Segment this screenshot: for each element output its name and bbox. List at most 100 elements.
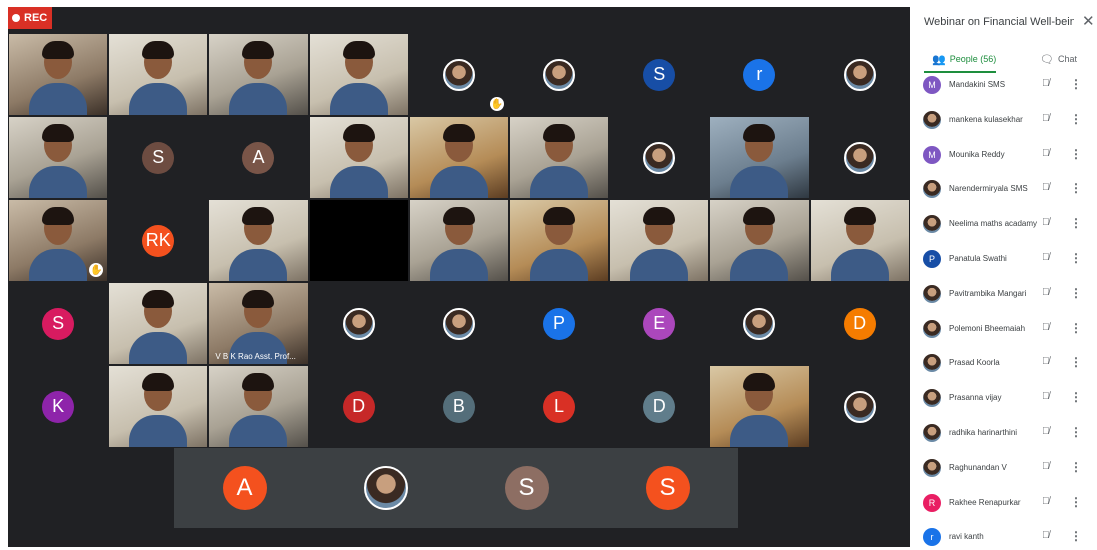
people-list-item[interactable]: Prasanna vijay 🎙̸ ⋮ <box>912 381 1097 416</box>
people-list-item[interactable]: Raghunandan V 🎙̸ ⋮ <box>912 451 1097 486</box>
participant-tile[interactable] <box>208 365 309 448</box>
more-options-icon[interactable]: ⋮ <box>1070 251 1082 265</box>
participant-tile[interactable] <box>809 33 910 116</box>
participant-tile[interactable] <box>108 365 209 448</box>
participant-tile[interactable]: K <box>8 365 109 448</box>
people-list-item[interactable]: R Rakhee Renapurkar 🎙̸ ⋮ <box>912 486 1097 521</box>
participant-tile[interactable]: ✋ <box>408 33 509 116</box>
more-options-icon[interactable]: ⋮ <box>1070 181 1082 195</box>
participant-tile[interactable] <box>609 116 710 199</box>
mic-off-icon[interactable]: 🎙̸ <box>1042 496 1050 507</box>
participant-tile[interactable] <box>809 365 910 448</box>
participant-tile[interactable]: E <box>609 282 710 365</box>
people-list-item[interactable]: Prasad Koorla 🎙̸ ⋮ <box>912 346 1097 381</box>
mic-off-icon[interactable]: 🎙̸ <box>1042 461 1050 472</box>
participant-tile[interactable]: V B K Rao Asst. Prof... <box>208 282 309 365</box>
participant-tile[interactable]: A <box>174 448 315 528</box>
more-options-icon[interactable]: ⋮ <box>1070 390 1082 404</box>
mic-off-icon[interactable]: 🎙̸ <box>1042 322 1050 333</box>
mic-off-icon[interactable]: 🎙̸ <box>1042 426 1050 437</box>
people-list-item[interactable]: M Mounika Reddy 🎙̸ ⋮ <box>912 138 1097 173</box>
participant-tile[interactable] <box>8 33 109 116</box>
participant-tile[interactable] <box>308 199 409 282</box>
more-options-icon[interactable]: ⋮ <box>1070 216 1082 230</box>
participant-tile[interactable] <box>308 116 409 199</box>
people-list-item[interactable]: Narendermiryala SMS 🎙̸ ⋮ <box>912 172 1097 207</box>
more-options-icon[interactable]: ⋮ <box>1070 495 1082 509</box>
participant-tile[interactable] <box>308 282 409 365</box>
participant-tile[interactable]: S <box>609 33 710 116</box>
participant-tile[interactable]: B <box>408 365 509 448</box>
participant-avatar: A <box>222 466 267 510</box>
participant-tile[interactable] <box>108 282 209 365</box>
participant-tile[interactable]: S <box>456 448 597 528</box>
more-options-icon[interactable]: ⋮ <box>1070 321 1082 335</box>
participant-tile[interactable]: RK <box>108 199 209 282</box>
participant-tile[interactable] <box>108 33 209 116</box>
participant-tile[interactable]: D <box>308 365 409 448</box>
more-options-icon[interactable]: ⋮ <box>1070 425 1082 439</box>
participant-tile[interactable] <box>709 282 810 365</box>
participant-tile[interactable] <box>208 199 309 282</box>
mic-off-icon[interactable]: 🎙̸ <box>1042 356 1050 367</box>
participant-avatar: D <box>643 390 676 423</box>
mic-off-icon[interactable]: 🎙̸ <box>1042 287 1050 298</box>
participant-tile[interactable]: L <box>508 365 610 448</box>
participant-tile[interactable] <box>315 448 456 528</box>
participant-tile[interactable] <box>508 33 610 116</box>
people-list-item[interactable]: M Mandakini SMS 🎙̸ ⋮ <box>912 68 1097 103</box>
participant-tile[interactable]: D <box>809 282 910 365</box>
participant-tile[interactable]: D <box>609 365 710 448</box>
participant-tile[interactable] <box>508 199 610 282</box>
participant-tile[interactable] <box>208 33 309 116</box>
mic-off-icon[interactable]: 🎙̸ <box>1042 182 1050 193</box>
participant-tile[interactable]: ✋ <box>8 199 109 282</box>
person-avatar <box>923 110 941 129</box>
people-list-item[interactable]: Pavitrambika Mangari 🎙̸ ⋮ <box>912 277 1097 312</box>
people-list-item[interactable]: radhika harinarthini 🎙̸ ⋮ <box>912 416 1097 451</box>
participant-avatar: S <box>142 141 175 174</box>
mic-off-icon[interactable]: 🎙̸ <box>1042 252 1050 263</box>
chat-icon: 🗨 <box>1040 53 1054 66</box>
participant-tile[interactable] <box>609 199 710 282</box>
more-options-icon[interactable]: ⋮ <box>1070 147 1082 161</box>
mic-off-icon[interactable]: 🎙̸ <box>1042 530 1050 541</box>
participant-tile[interactable]: A <box>208 116 309 199</box>
participant-tile[interactable]: S <box>8 282 109 365</box>
more-options-icon[interactable]: ⋮ <box>1070 112 1082 126</box>
people-list-item[interactable]: r ravi kanth 🎙̸ ⋮ <box>912 520 1097 550</box>
participant-tile[interactable] <box>8 116 109 199</box>
participant-tile[interactable] <box>408 199 509 282</box>
mic-off-icon[interactable]: 🎙̸ <box>1042 113 1050 124</box>
participant-tile[interactable] <box>709 116 810 199</box>
mic-off-icon[interactable]: 🎙̸ <box>1042 217 1050 228</box>
person-avatar: R <box>923 493 941 512</box>
participant-tile[interactable] <box>709 365 810 448</box>
participant-tile[interactable] <box>308 33 409 116</box>
more-options-icon[interactable]: ⋮ <box>1070 77 1082 91</box>
participant-video <box>229 203 288 281</box>
more-options-icon[interactable]: ⋮ <box>1070 286 1082 300</box>
participant-tile[interactable]: S <box>108 116 209 199</box>
participant-avatar: S <box>643 58 676 91</box>
participant-tile[interactable] <box>508 116 610 199</box>
people-list-item[interactable]: Neelima maths acadamy 🎙̸ ⋮ <box>912 207 1097 242</box>
people-list-item[interactable]: Polemoni Bheemaiah 🎙̸ ⋮ <box>912 312 1097 347</box>
mic-off-icon[interactable]: 🎙̸ <box>1042 148 1050 159</box>
participant-tile[interactable]: P <box>508 282 610 365</box>
participant-tile[interactable] <box>809 199 910 282</box>
mic-off-icon[interactable]: 🎙̸ <box>1042 391 1050 402</box>
people-list-item[interactable]: P Panatula Swathi 🎙̸ ⋮ <box>912 242 1097 277</box>
participant-tile[interactable] <box>709 199 810 282</box>
participant-tile[interactable] <box>809 116 910 199</box>
mic-off-icon[interactable]: 🎙̸ <box>1042 78 1050 89</box>
more-options-icon[interactable]: ⋮ <box>1070 529 1082 543</box>
close-icon[interactable]: ✕ <box>1082 12 1095 30</box>
more-options-icon[interactable]: ⋮ <box>1070 355 1082 369</box>
people-list-item[interactable]: mankena kulasekhar 🎙̸ ⋮ <box>912 103 1097 138</box>
more-options-icon[interactable]: ⋮ <box>1070 460 1082 474</box>
participant-tile[interactable] <box>408 282 509 365</box>
participant-tile[interactable] <box>408 116 509 199</box>
participant-tile[interactable]: r <box>709 33 810 116</box>
participant-tile[interactable]: S <box>597 448 738 528</box>
